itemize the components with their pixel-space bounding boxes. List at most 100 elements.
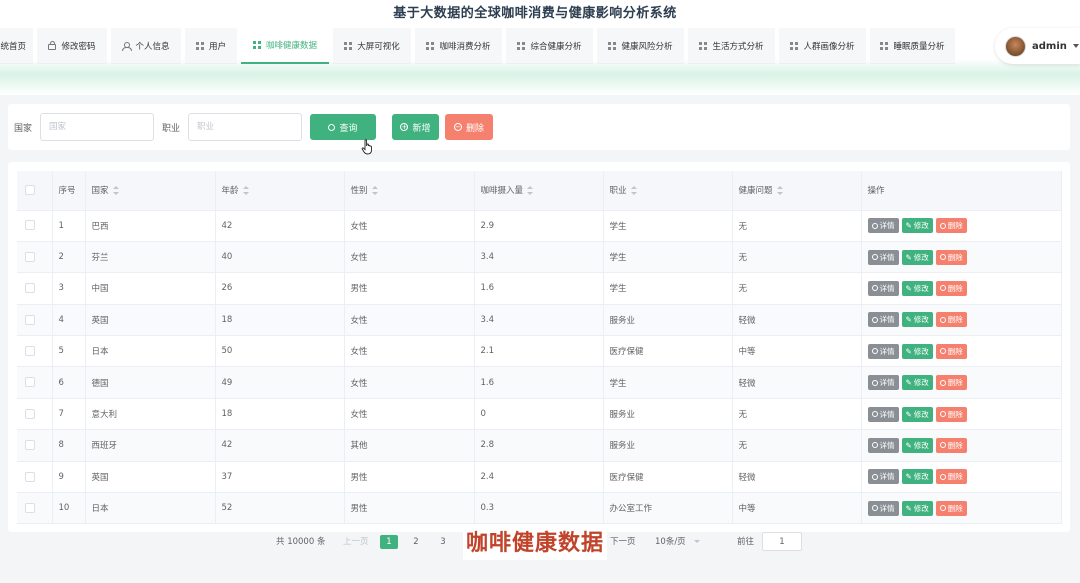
detail-button[interactable]: 详情: [867, 375, 899, 391]
column-header-age[interactable]: 年龄: [215, 171, 345, 211]
detail-button[interactable]: 详情: [867, 343, 899, 359]
row-checkbox[interactable]: [25, 440, 35, 451]
row-checkbox[interactable]: [25, 408, 35, 419]
cell-job: 医疗保健: [603, 461, 733, 494]
detail-button[interactable]: 详情: [867, 280, 899, 296]
row-select-cell[interactable]: [17, 461, 53, 494]
edit-button[interactable]: ✎ 修改: [901, 406, 933, 422]
table-header-row: 序号 国家 年龄 性别 咖啡摄入量 职业 健康问题 操作: [17, 171, 1062, 211]
column-header-country[interactable]: 国家: [85, 171, 216, 211]
sort-icon[interactable]: [776, 186, 783, 196]
page-number-1[interactable]: 1: [380, 535, 398, 549]
row-select-cell[interactable]: [17, 335, 53, 368]
delete-button[interactable]: 删除: [935, 218, 967, 234]
nav-item-label: 健康风险分析: [621, 41, 673, 52]
row-select-cell[interactable]: [17, 210, 53, 242]
select-all-checkbox[interactable]: [25, 185, 35, 195]
detail-button[interactable]: 详情: [867, 249, 899, 265]
delete-button[interactable]: 删除: [935, 312, 967, 328]
edit-button[interactable]: ✎ 修改: [901, 312, 933, 328]
row-select-cell[interactable]: [17, 304, 53, 337]
delete-button[interactable]: 删除: [935, 437, 967, 453]
search-icon: [871, 222, 878, 229]
query-button[interactable]: 查询: [310, 114, 376, 140]
delete-label: 删除: [947, 252, 963, 262]
nav-item-sleep-quality[interactable]: 睡眠质量分析: [870, 28, 955, 64]
row-select-cell[interactable]: [17, 398, 53, 431]
cell-country: 西班牙: [85, 429, 216, 462]
nav-item-coffee-health-data[interactable]: 咖啡健康数据: [241, 28, 329, 64]
user-menu[interactable]: admin: [995, 28, 1080, 64]
row-select-cell[interactable]: [17, 366, 53, 399]
detail-button[interactable]: 详情: [867, 406, 899, 422]
delete-button[interactable]: 删除: [935, 280, 967, 296]
detail-button[interactable]: 详情: [867, 312, 899, 328]
column-header-label: 国家: [91, 186, 109, 197]
add-button[interactable]: + 新增: [392, 114, 439, 140]
edit-button[interactable]: ✎ 修改: [901, 280, 933, 296]
edit-button[interactable]: ✎ 修改: [901, 343, 933, 359]
row-checkbox[interactable]: [25, 251, 35, 262]
row-checkbox[interactable]: [25, 283, 35, 294]
delete-button[interactable]: 删除: [935, 500, 967, 516]
job-input[interactable]: [188, 113, 302, 141]
row-checkbox[interactable]: [25, 377, 35, 388]
row-select-cell[interactable]: [17, 272, 53, 305]
delete-button[interactable]: 删除: [935, 375, 967, 391]
row-select-cell[interactable]: [17, 492, 53, 525]
edit-button[interactable]: ✎ 修改: [901, 218, 933, 234]
delete-button[interactable]: 删除: [935, 406, 967, 422]
nav-item-lifestyle[interactable]: 生活方式分析: [688, 28, 775, 64]
cell-gender: 女性: [344, 335, 475, 368]
nav-item-home[interactable]: 系统首页: [0, 28, 33, 64]
edit-button[interactable]: ✎ 修改: [901, 469, 933, 485]
column-header-job[interactable]: 职业: [603, 171, 733, 211]
nav-item-users[interactable]: 用户: [185, 28, 237, 64]
row-checkbox[interactable]: [25, 220, 35, 231]
country-input[interactable]: [40, 113, 154, 141]
detail-button[interactable]: 详情: [867, 500, 899, 516]
nav-item-coffee-consumption[interactable]: 咖啡消费分析: [415, 28, 502, 64]
sort-icon[interactable]: [371, 186, 378, 196]
row-checkbox[interactable]: [25, 471, 35, 482]
nav-item-persona[interactable]: 人群画像分析: [779, 28, 866, 64]
cell-job: 服务业: [603, 429, 733, 462]
row-checkbox[interactable]: [25, 502, 35, 513]
page-size-select[interactable]: 10条/页: [655, 535, 700, 549]
column-header-coffee-intake[interactable]: 咖啡摄入量: [474, 171, 604, 211]
delete-button[interactable]: 删除: [935, 469, 967, 485]
sort-icon[interactable]: [242, 186, 249, 196]
row-checkbox[interactable]: [25, 346, 35, 356]
select-all-cell[interactable]: [17, 171, 53, 211]
nav-item-health-risk[interactable]: 健康风险分析: [597, 28, 684, 64]
edit-button[interactable]: ✎ 修改: [901, 375, 933, 391]
row-checkbox[interactable]: [25, 314, 35, 325]
edit-button[interactable]: ✎ 修改: [901, 249, 933, 265]
cell-country: 英国: [85, 304, 216, 337]
page-number-2[interactable]: 2: [407, 535, 425, 549]
delete-button[interactable]: 删除: [935, 343, 967, 359]
next-page-button[interactable]: 下一页: [610, 535, 636, 549]
page-number-3[interactable]: 3: [434, 535, 452, 549]
jump-page-input[interactable]: [762, 532, 802, 551]
nav-item-profile[interactable]: 个人信息: [111, 28, 181, 64]
detail-button[interactable]: 详情: [867, 437, 899, 453]
edit-button[interactable]: ✎ 修改: [901, 437, 933, 453]
row-select-cell[interactable]: [17, 241, 53, 274]
delete-button[interactable]: 删除: [935, 249, 967, 265]
row-select-cell[interactable]: [17, 429, 53, 462]
detail-button[interactable]: 详情: [867, 218, 899, 234]
nav-item-health-analysis[interactable]: 综合健康分析: [506, 28, 593, 64]
detail-button[interactable]: 详情: [867, 469, 899, 485]
column-header-gender[interactable]: 性别: [344, 171, 475, 211]
column-header-health[interactable]: 健康问题: [732, 171, 862, 211]
sort-icon[interactable]: [630, 186, 637, 196]
prev-page-button[interactable]: 上一页: [343, 535, 369, 549]
sort-icon[interactable]: [527, 186, 534, 196]
cell-job: 医疗保健: [603, 335, 733, 368]
batch-delete-button[interactable]: − 删除: [445, 114, 493, 140]
sort-icon[interactable]: [112, 186, 119, 196]
nav-item-change-password[interactable]: 修改密码: [37, 28, 107, 64]
nav-item-big-screen[interactable]: 大屏可视化: [333, 28, 411, 64]
edit-button[interactable]: ✎ 修改: [901, 500, 933, 516]
